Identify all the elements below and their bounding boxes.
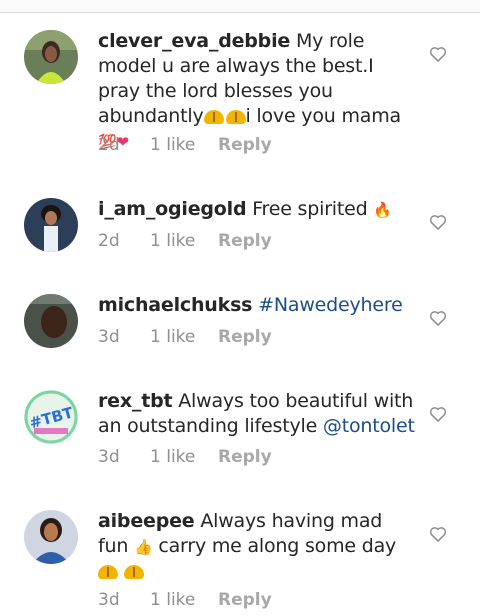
pray-emoji (225, 109, 246, 124)
top-divider (0, 0, 480, 13)
fire-emoji: 🔥 (373, 200, 392, 219)
avatar[interactable] (24, 198, 78, 252)
avatar[interactable] (24, 294, 78, 348)
pray-emoji (203, 109, 224, 124)
comment-likes[interactable]: 1 like (150, 327, 218, 347)
comment-likes[interactable]: 1 like (150, 447, 218, 467)
heart-outline-icon[interactable] (428, 404, 448, 424)
comment-time: 3d (98, 327, 120, 347)
avatar[interactable] (24, 510, 78, 564)
comment-username[interactable]: aibeepee (98, 510, 195, 532)
reply-button[interactable]: Reply (218, 327, 272, 347)
comment-time: 2d (98, 135, 120, 155)
comment-body: rex_tbt Always too beautiful with an out… (98, 389, 416, 439)
comment-meta: 2d 1 like Reply (98, 135, 272, 155)
reply-button[interactable]: Reply (218, 135, 272, 155)
comment-time: 3d (98, 590, 120, 610)
comment-username[interactable]: clever_eva_debbie (98, 30, 290, 52)
comment-time: 3d (98, 447, 120, 467)
avatar[interactable] (24, 30, 78, 84)
comment-body: michaelchukss #Nawedeyhere (98, 293, 416, 318)
comment-username[interactable]: rex_tbt (98, 390, 173, 412)
avatar[interactable]: #TBT (24, 390, 78, 444)
comment-meta: 2d 1 like Reply (98, 231, 272, 251)
comment-text-2: carry me along some day (158, 535, 397, 557)
comment-username[interactable]: i_am_ogiegold (98, 198, 247, 220)
heart-outline-icon[interactable] (428, 308, 448, 328)
comment-body: aibeepee Always having mad fun 👍 carry m… (98, 509, 416, 584)
comment-text: Free spirited (252, 198, 368, 220)
heart-outline-icon[interactable] (428, 212, 448, 232)
pray-emoji (123, 564, 144, 579)
heart-outline-icon[interactable] (428, 524, 448, 544)
reply-button[interactable]: Reply (218, 447, 272, 467)
thumbs-up-emoji: 👍 (134, 537, 153, 556)
comment-time: 2d (98, 231, 120, 251)
pray-emoji (98, 564, 118, 579)
comment-likes[interactable]: 1 like (150, 231, 218, 251)
comment-likes[interactable]: 1 like (150, 590, 218, 610)
reply-button[interactable]: Reply (218, 231, 272, 251)
heart-outline-icon[interactable] (428, 44, 448, 64)
reply-button[interactable]: Reply (218, 590, 272, 610)
comment-text-2: i love you mama (245, 105, 402, 127)
comment-meta: 3d 1 like Reply (98, 590, 272, 610)
comment-meta: 3d 1 like Reply (98, 447, 272, 467)
comment-body: i_am_ogiegold Free spirited 🔥 (98, 197, 416, 222)
hashtag-link[interactable]: #Nawedeyhere (258, 294, 403, 316)
comment-meta: 3d 1 like Reply (98, 327, 272, 347)
comment-username[interactable]: michaelchukss (98, 294, 252, 316)
comment-likes[interactable]: 1 like (150, 135, 218, 155)
mention-link[interactable]: @tontolet (323, 415, 415, 437)
